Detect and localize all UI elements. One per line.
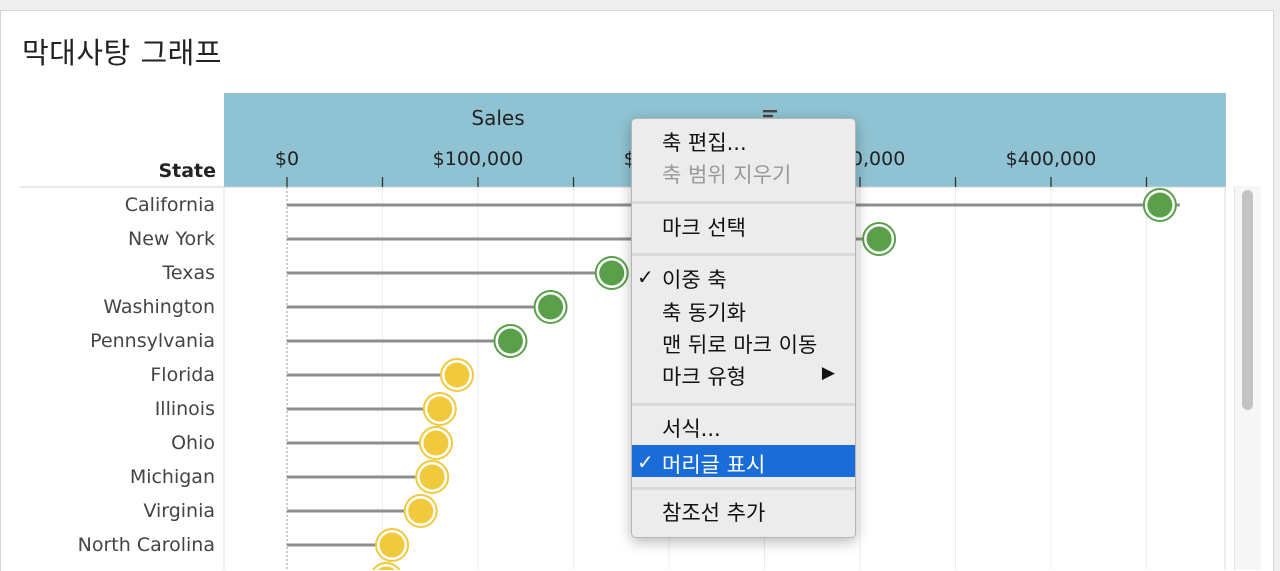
submenu-arrow-icon: ▶	[821, 363, 835, 383]
lollipop-head	[427, 396, 453, 422]
row-label[interactable]: Illinois	[155, 398, 215, 420]
checkmark-icon: ✓	[637, 265, 654, 289]
lollipop-head	[408, 498, 434, 524]
menu-item-label: 마크 유형	[662, 365, 746, 389]
lollipop-head	[444, 362, 470, 388]
menu-item[interactable]: 참조선 추가	[632, 493, 855, 525]
menu-item-label: 축 동기화	[662, 301, 746, 325]
menu-item-label: 이중 축	[662, 268, 727, 292]
row-label[interactable]: North Carolina	[78, 534, 215, 556]
menu-separator	[632, 253, 855, 256]
lollipop-head	[497, 328, 523, 354]
row-label[interactable]: Ohio	[171, 432, 215, 454]
checkmark-icon: ✓	[637, 450, 654, 474]
menu-item-label: 서식...	[662, 417, 721, 441]
row-label[interactable]: Michigan	[130, 466, 215, 488]
lollipop-head	[599, 260, 625, 286]
menu-separator	[632, 403, 855, 406]
menu-item[interactable]: 마크 유형 ▶	[632, 357, 855, 389]
menu-item[interactable]: 축 편집...	[632, 123, 855, 155]
menu-item[interactable]: 축 동기화	[632, 293, 855, 325]
row-label[interactable]: Florida	[150, 364, 215, 386]
menu-separator	[632, 487, 855, 490]
menu-item[interactable]: 맨 뒤로 마크 이동	[632, 325, 855, 357]
lollipop-head	[866, 226, 892, 252]
row-label[interactable]: California	[125, 194, 215, 216]
vertical-scrollbar[interactable]	[1234, 186, 1261, 570]
row-label[interactable]: Pennsylvania	[90, 330, 215, 352]
lollipop-head	[419, 464, 445, 490]
row-label[interactable]: Texas	[162, 262, 215, 284]
lollipop-head	[423, 430, 449, 456]
menu-item-label: 축 편집...	[662, 131, 747, 155]
menu-item: 축 범위 지우기	[632, 155, 855, 187]
menu-item[interactable]: 서식...	[632, 409, 855, 441]
menu-item[interactable]: ✓ 이중 축	[632, 260, 855, 292]
menu-item-label: 참조선 추가	[662, 501, 766, 525]
lollipop-head	[1147, 192, 1173, 218]
menu-item[interactable]: ✓ 머리글 표시	[632, 445, 855, 477]
lollipop-head	[379, 532, 405, 558]
row-label[interactable]: Virginia	[143, 500, 215, 522]
row-label[interactable]: Washington	[103, 296, 215, 318]
lollipop-head	[538, 294, 564, 320]
row-label[interactable]: New York	[128, 228, 215, 250]
menu-item-label: 맨 뒤로 마크 이동	[662, 333, 818, 357]
menu-item[interactable]: 마크 선택	[632, 208, 855, 240]
menu-item-label: 머리글 표시	[662, 453, 766, 477]
menu-separator	[632, 201, 855, 204]
axis-context-menu: 축 편집... 축 범위 지우기마크 선택 ✓ 이중 축축 동기화맨 뒤로 마크 이동…	[631, 118, 856, 538]
scrollbar-thumb[interactable]	[1242, 190, 1253, 410]
menu-item-label: 축 범위 지우기	[662, 163, 792, 187]
menu-item-label: 마크 선택	[662, 216, 746, 240]
